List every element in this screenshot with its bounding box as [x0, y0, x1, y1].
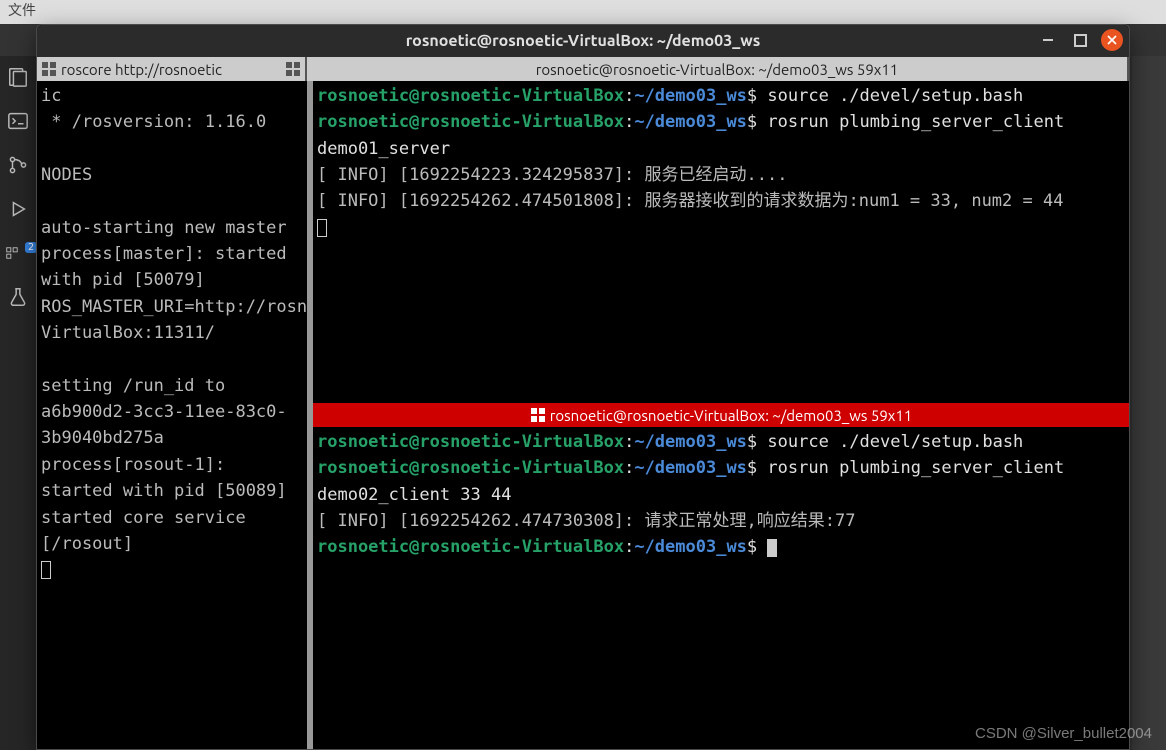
debug-icon[interactable]	[5, 196, 31, 222]
right-top-pane-tab[interactable]: rosnoetic@rosnoetic-VirtualBox: ~/demo03…	[307, 57, 1129, 81]
cmd-source-2: source ./devel/setup.bash	[767, 432, 1023, 452]
right-bottom-terminal-pane[interactable]: rosnoetic@rosnoetic-VirtualBox:~/demo03_…	[313, 427, 1129, 749]
cmd-source: source ./devel/setup.bash	[767, 86, 1023, 106]
left-terminal-pane[interactable]: ic * /rosversion: 1.16.0 NODES auto-star…	[37, 81, 307, 749]
git-icon[interactable]	[5, 152, 31, 178]
cursor-icon	[41, 561, 51, 579]
grid-icon	[285, 61, 301, 77]
prompt-user: rosnoetic	[317, 86, 409, 106]
window-titlebar[interactable]: rosnoetic@rosnoetic-VirtualBox: ~/demo03…	[37, 25, 1129, 57]
server-info-2: [ INFO] [1692254262.474501808]: 服务器接收到的请…	[317, 191, 1063, 211]
minimize-button[interactable]	[1037, 29, 1059, 51]
right-pane-stack: rosnoetic@rosnoetic-VirtualBox:~/demo03_…	[313, 81, 1129, 749]
right-top-terminal-pane[interactable]: rosnoetic@rosnoetic-VirtualBox:~/demo03_…	[313, 81, 1129, 403]
right-bottom-tab-label: rosnoetic@rosnoetic-VirtualBox: ~/demo03…	[550, 407, 913, 424]
roscore-output: ic * /rosversion: 1.16.0 NODES auto-star…	[41, 86, 307, 554]
right-side-strip	[1132, 56, 1166, 750]
maximize-button[interactable]	[1069, 29, 1091, 51]
launcher-dock[interactable]: 2	[0, 56, 36, 750]
client-info-1: [ INFO] [1692254262.474730308]: 请求正常处理,响…	[317, 511, 855, 531]
extensions-icon[interactable]: 2	[5, 240, 31, 266]
files-icon[interactable]	[5, 64, 31, 90]
application-menu-bar[interactable]: 文件	[0, 0, 1166, 24]
window-title: rosnoetic@rosnoetic-VirtualBox: ~/demo03…	[406, 32, 761, 50]
beaker-icon[interactable]	[5, 284, 31, 310]
grid-icon	[530, 407, 546, 423]
server-info-1: [ INFO] [1692254223.324295837]: 服务已经启动..…	[317, 165, 787, 185]
grid-icon	[41, 61, 57, 77]
close-button[interactable]	[1101, 29, 1123, 51]
right-bottom-pane-tab[interactable]: rosnoetic@rosnoetic-VirtualBox: ~/demo03…	[313, 403, 1129, 427]
terminal-split-area: roscore http://rosnoetic rosnoetic@rosno…	[37, 57, 1129, 749]
window-controls	[1037, 29, 1123, 51]
right-top-tab-label: rosnoetic@rosnoetic-VirtualBox: ~/demo03…	[536, 61, 899, 78]
pane-title-row: roscore http://rosnoetic rosnoetic@rosno…	[37, 57, 1129, 81]
terminal-icon[interactable]	[5, 108, 31, 134]
menu-item-file[interactable]: 文件	[0, 0, 44, 23]
terminal-window: rosnoetic@rosnoetic-VirtualBox: ~/demo03…	[36, 24, 1130, 750]
cursor-icon	[767, 539, 777, 557]
left-tab-label: roscore http://rosnoetic	[61, 61, 222, 78]
cursor-icon	[317, 219, 327, 237]
left-pane-tab[interactable]: roscore http://rosnoetic	[37, 57, 307, 81]
